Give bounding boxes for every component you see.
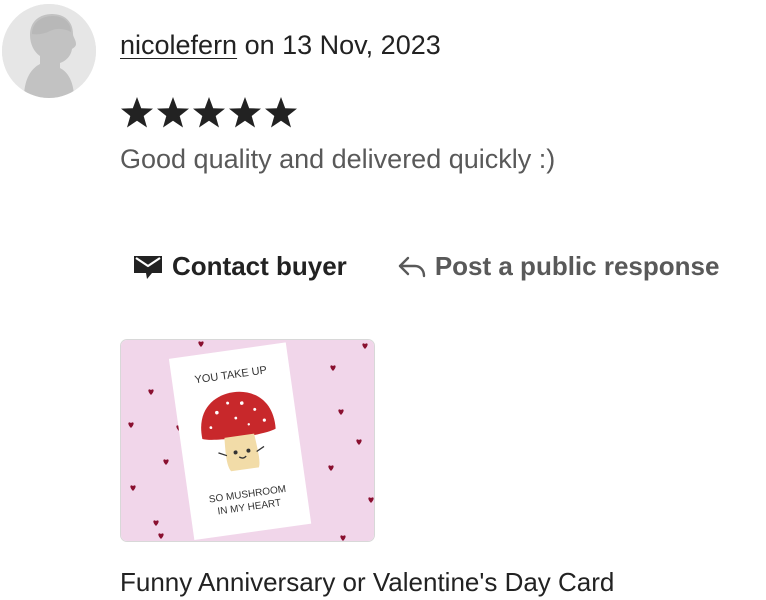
default-avatar-icon xyxy=(2,4,96,98)
contact-buyer-label: Contact buyer xyxy=(172,250,347,281)
review-actions: Contact buyer Post a public response xyxy=(132,246,719,286)
star-rating xyxy=(120,96,298,130)
post-public-response-label: Post a public response xyxy=(434,250,720,281)
review-meta: nicolefern on 13 Nov, 2023 xyxy=(120,28,441,62)
star-icon xyxy=(193,97,225,128)
greeting-card-image: YOU TAKE UP SO MUSHROOM IN MY HEART xyxy=(121,340,374,541)
envelope-icon xyxy=(132,252,164,280)
contact-buyer-button[interactable]: Contact buyer xyxy=(132,251,347,282)
post-public-response-button[interactable]: Post a public response xyxy=(397,250,720,282)
star-icon xyxy=(121,97,153,128)
reply-arrow-icon xyxy=(397,252,427,280)
star-icon xyxy=(229,97,261,128)
review-date: on 13 Nov, 2023 xyxy=(244,30,441,60)
star-icon xyxy=(265,97,297,128)
listing-thumbnail[interactable]: YOU TAKE UP SO MUSHROOM IN MY HEART xyxy=(120,339,375,542)
greeting-card: YOU TAKE UP SO MUSHROOM IN MY HEART xyxy=(168,342,312,541)
reviewer-username-link[interactable]: nicolefern xyxy=(120,30,237,60)
review-text: Good quality and delivered quickly :) xyxy=(120,144,556,174)
listing-title-link[interactable]: Funny Anniversary or Valentine's Day Car… xyxy=(120,566,614,598)
star-icon xyxy=(157,97,189,128)
avatar[interactable] xyxy=(2,4,96,98)
review-card: nicolefern on 13 Nov, 2023 Good quality … xyxy=(0,0,766,600)
